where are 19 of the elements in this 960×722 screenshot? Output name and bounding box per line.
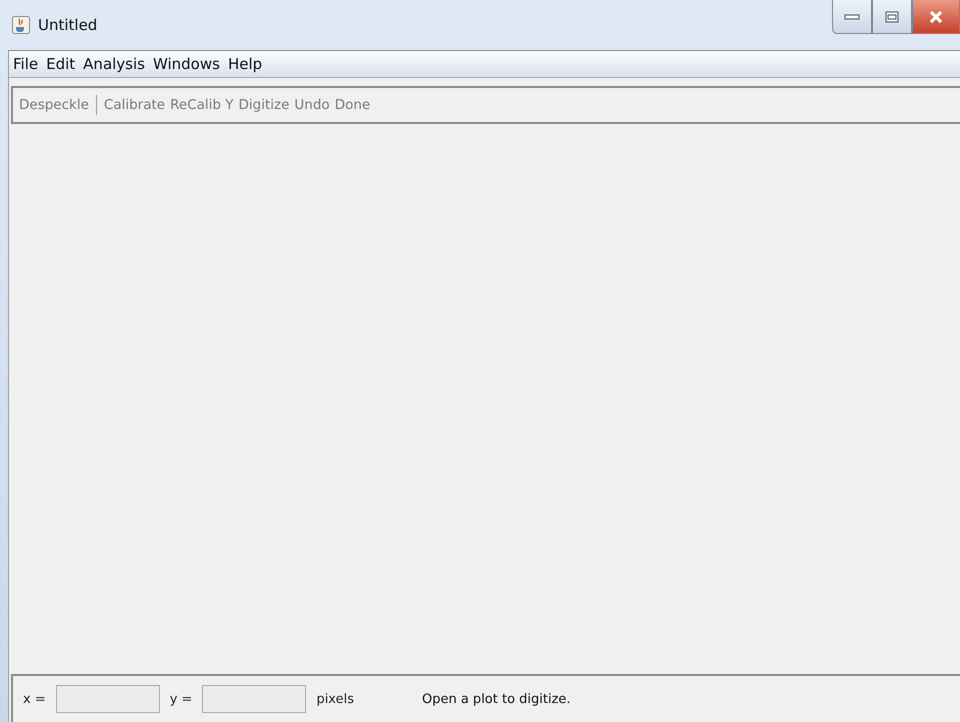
maximize-button[interactable] xyxy=(872,0,912,34)
y-label: y = xyxy=(170,692,192,706)
window-title: Untitled xyxy=(38,16,98,34)
menu-item[interactable]: Help xyxy=(224,55,266,73)
x-field[interactable] xyxy=(56,685,160,713)
x-label: x = xyxy=(23,692,46,706)
y-field[interactable] xyxy=(202,685,306,713)
minimize-icon xyxy=(844,12,860,20)
minimize-button[interactable] xyxy=(832,0,872,34)
maximize-icon xyxy=(885,10,899,22)
menu-item[interactable]: Analysis xyxy=(79,55,149,73)
menu-item[interactable]: Edit xyxy=(42,55,80,73)
close-button[interactable] xyxy=(912,0,960,34)
menu-item[interactable]: File xyxy=(9,55,42,73)
unit-label: pixels xyxy=(316,692,354,706)
close-icon xyxy=(928,10,944,24)
java-cup-icon xyxy=(12,16,30,34)
status-message: Open a plot to digitize. xyxy=(422,692,571,706)
menu-item[interactable]: Windows xyxy=(148,55,224,73)
